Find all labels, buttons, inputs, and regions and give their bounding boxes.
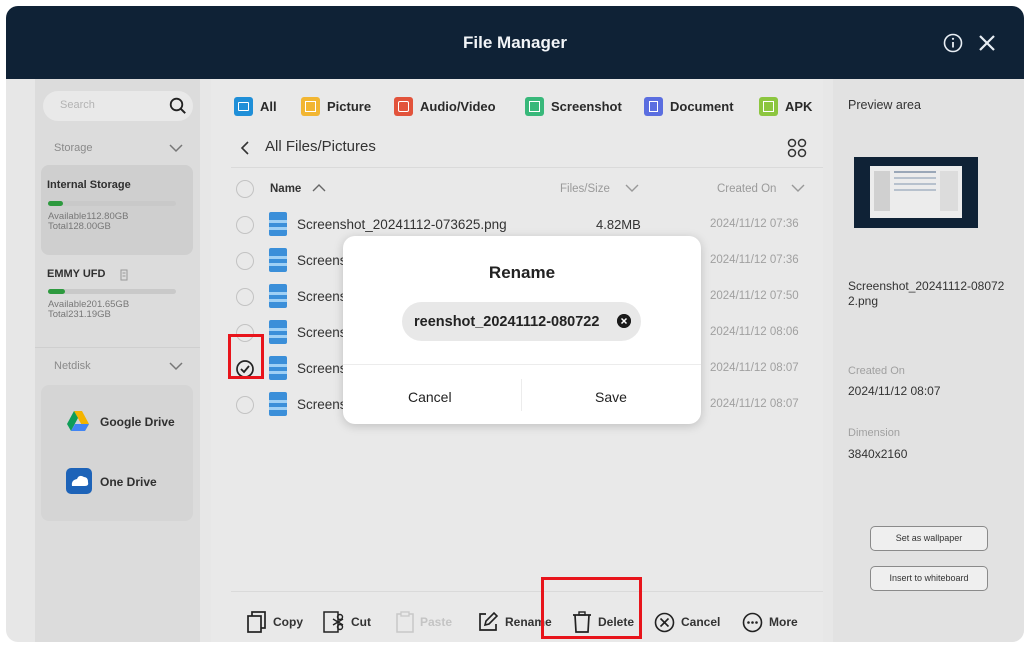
dialog-divider xyxy=(343,364,701,365)
modal-layer: Rename Cancel Save xyxy=(0,0,1027,645)
dialog-cancel-button[interactable]: Cancel xyxy=(408,389,452,405)
highlight-box-delete xyxy=(541,577,642,639)
rename-input[interactable] xyxy=(402,302,641,341)
clear-input-icon[interactable] xyxy=(617,314,631,328)
dialog-button-divider xyxy=(521,379,522,411)
rename-dialog: Rename Cancel Save xyxy=(343,236,701,424)
dialog-title: Rename xyxy=(488,263,556,282)
highlight-box-selected-row xyxy=(228,334,264,379)
dialog-save-button[interactable]: Save xyxy=(595,389,627,405)
